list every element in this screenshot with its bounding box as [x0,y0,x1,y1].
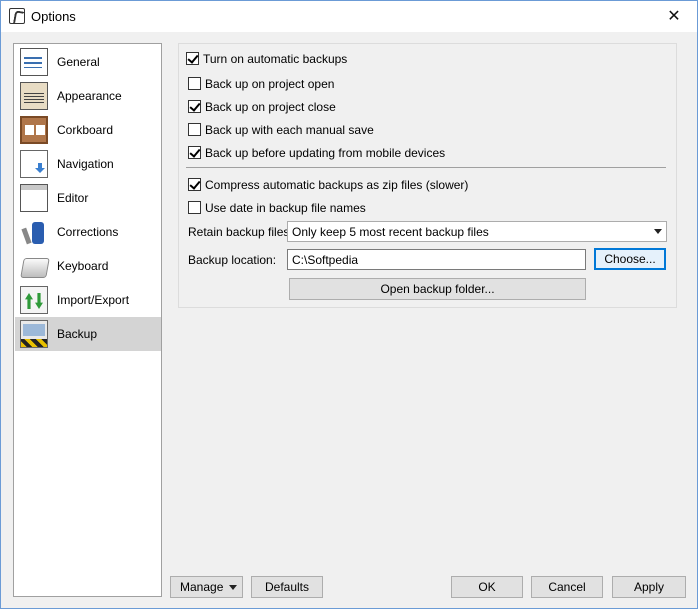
retain-label: Retain backup files: [188,225,293,239]
checkbox-label: Back up before updating from mobile devi… [205,146,446,160]
retain-backup-select[interactable]: Only keep 5 most recent backup files [287,221,667,242]
title-bar: Options ✕ [1,1,697,32]
backup-icon [20,320,48,348]
checkbox-label: Back up with each manual save [205,123,374,137]
sidebar-item-corrections[interactable]: Corrections [15,215,161,249]
manage-label: Manage [180,580,224,594]
editor-icon [20,184,48,212]
checkbox-checked[interactable] [186,52,199,65]
checkbox-unchecked[interactable] [188,201,201,214]
chevron-down-icon [229,585,237,590]
defaults-button[interactable]: Defaults [251,576,323,598]
navigation-icon [20,150,48,178]
sidebar-item-corkboard[interactable]: Corkboard [15,113,161,147]
options-sidebar: General Appearance Corkboard Navigation … [13,43,162,597]
manage-button[interactable]: Manage [170,576,243,598]
keyboard-icon [20,252,48,280]
checkbox-label: Use date in backup file names [205,201,366,215]
corrections-icon [20,218,48,246]
import-export-icon [20,286,48,314]
backup-location-field[interactable]: C:\Softpedia [287,249,586,270]
checkbox-label: Back up on project open [205,77,335,91]
checklist-icon [20,48,48,76]
sidebar-item-appearance[interactable]: Appearance [15,79,161,113]
sidebar-item-label: Editor [57,191,89,205]
retain-select-value: Only keep 5 most recent backup files [292,225,489,239]
appearance-icon [20,82,48,110]
choose-button[interactable]: Choose... [594,248,666,270]
sidebar-item-keyboard[interactable]: Keyboard [15,249,161,283]
checkbox-checked[interactable] [188,146,201,159]
corkboard-icon [20,116,48,144]
sidebar-item-general[interactable]: General [15,45,161,79]
chevron-down-icon [654,229,662,234]
sidebar-item-label: Navigation [57,157,114,171]
sidebar-item-label: Backup [57,327,98,341]
close-icon[interactable]: ✕ [651,1,697,32]
options-window: Options ✕ General Appearance Corkboard N… [0,0,698,609]
scrivener-app-icon [9,8,25,24]
backup-location-value: C:\Softpedia [292,253,359,267]
sidebar-item-label: Corkboard [57,123,114,137]
sidebar-item-label: Import/Export [57,293,130,307]
sidebar-item-label: Appearance [57,89,122,103]
sidebar-item-label: Keyboard [57,259,109,273]
checkbox-unchecked[interactable] [188,123,201,136]
sidebar-item-import-export[interactable]: Import/Export [15,283,161,317]
sidebar-item-backup[interactable]: Backup [15,317,161,351]
sidebar-item-label: Corrections [57,225,119,239]
checkbox-label: Back up on project close [205,100,336,114]
sidebar-item-navigation[interactable]: Navigation [15,147,161,181]
open-backup-folder-button[interactable]: Open backup folder... [289,278,586,300]
cancel-button[interactable]: Cancel [531,576,603,598]
checkbox-checked[interactable] [188,178,201,191]
ok-button[interactable]: OK [451,576,523,598]
sidebar-item-editor[interactable]: Editor [15,181,161,215]
separator [186,167,666,168]
checkbox-checked[interactable] [188,100,201,113]
checkbox-unchecked[interactable] [188,77,201,90]
sidebar-item-label: General [57,55,100,69]
checkbox-label: Turn on automatic backups [203,52,348,66]
checkbox-label: Compress automatic backups as zip files … [205,178,469,192]
apply-button[interactable]: Apply [612,576,686,598]
backup-location-label: Backup location: [188,253,277,267]
window-title: Options [31,9,76,24]
